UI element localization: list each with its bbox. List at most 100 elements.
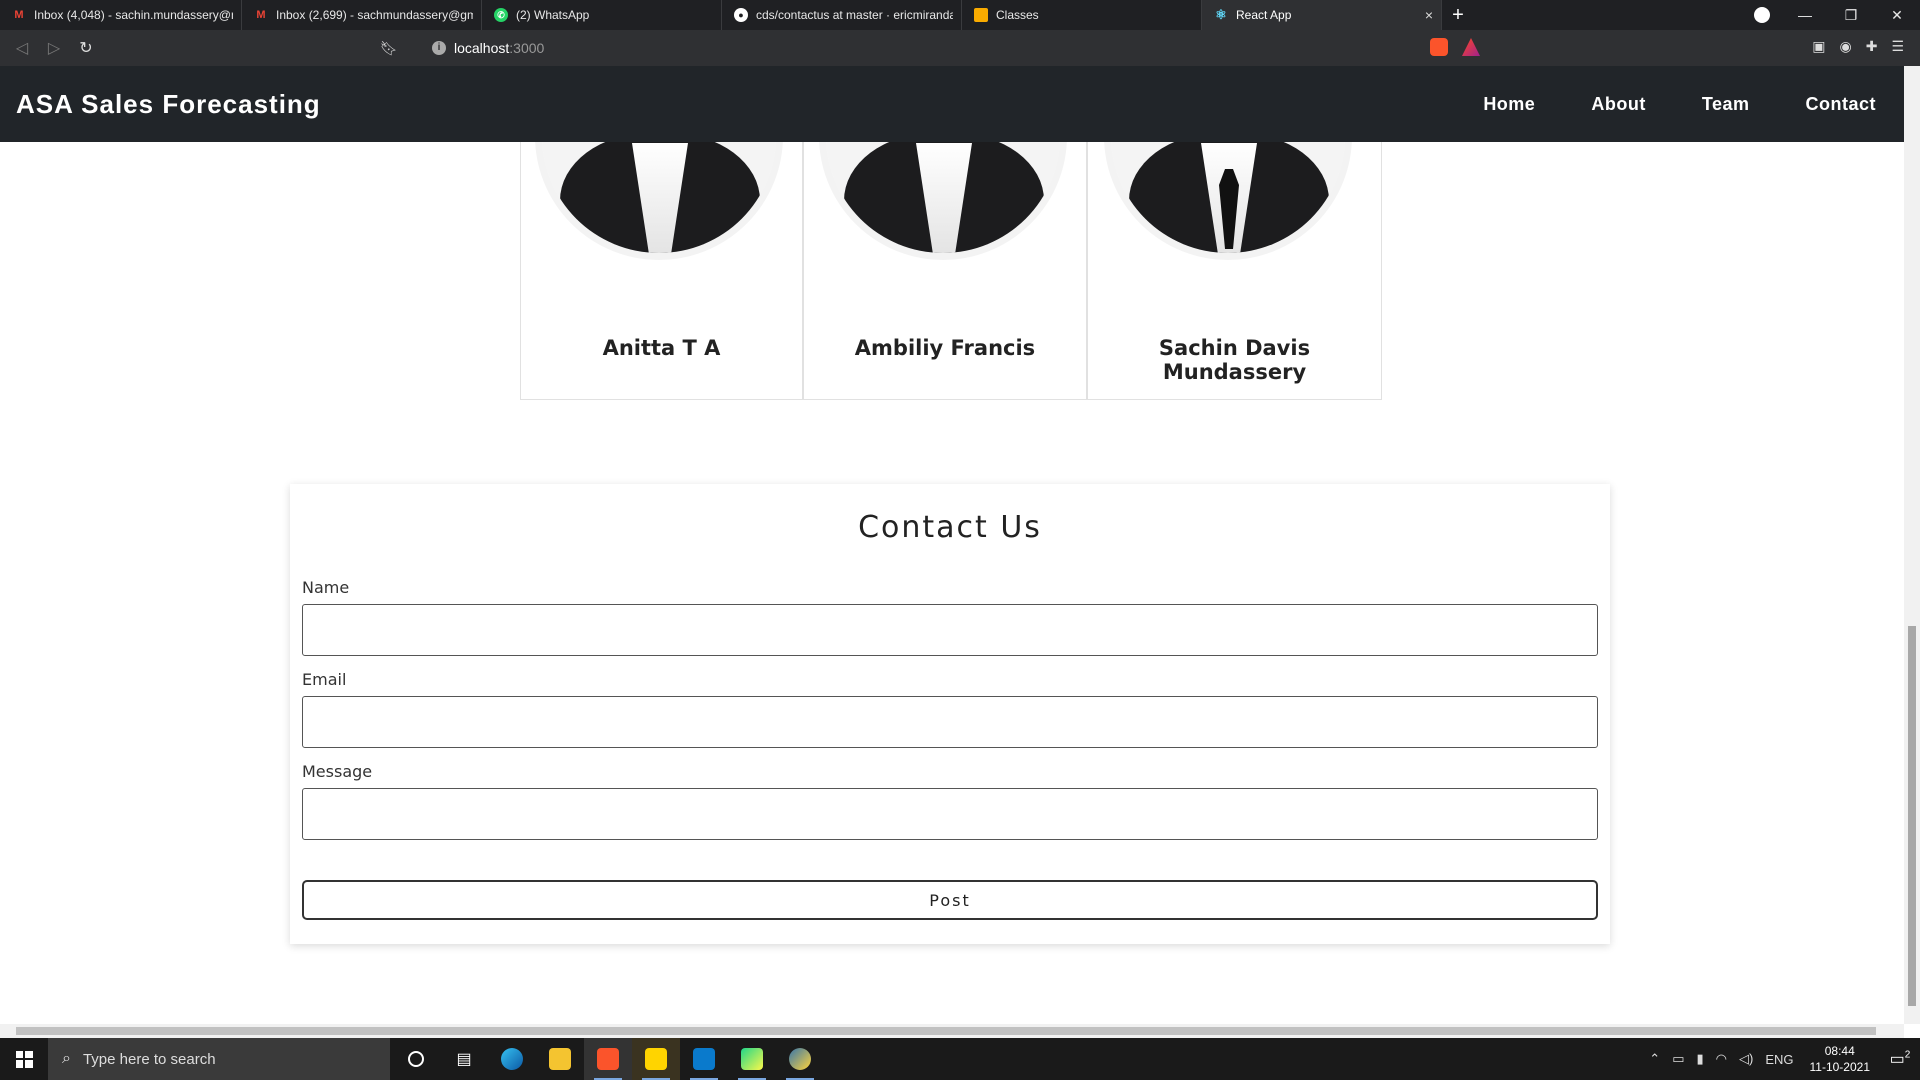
message-field[interactable] <box>302 788 1598 840</box>
brave-shields <box>1430 38 1480 56</box>
menu-icon[interactable]: ☰ <box>1891 38 1904 55</box>
brave-rewards-icon[interactable] <box>1462 38 1480 56</box>
brave-app[interactable] <box>584 1038 632 1080</box>
extension-icon[interactable]: ◉ <box>1839 38 1851 55</box>
contact-form: Contact Us Name Email Message Post <box>290 484 1610 944</box>
tab-title: Classes <box>996 8 1039 22</box>
task-view-button[interactable]: ▤ <box>440 1038 488 1080</box>
site-navbar: ASA Sales Forecasting Home About Team Co… <box>0 66 1904 142</box>
page-viewport: Anitta T A Ambiliy Francis Sachin Davis … <box>0 66 1904 1024</box>
profile-icon[interactable] <box>1754 7 1770 23</box>
chevron-up-icon[interactable]: ⌃ <box>1649 1051 1660 1067</box>
nav-home[interactable]: Home <box>1455 94 1563 115</box>
windows-icon <box>15 1050 33 1068</box>
clock[interactable]: 08:44 11-10-2021 <box>1810 1043 1871 1075</box>
horizontal-scrollbar[interactable] <box>0 1024 1904 1038</box>
file-explorer-app[interactable] <box>536 1038 584 1080</box>
wifi-icon[interactable]: ◠ <box>1716 1051 1727 1067</box>
team-member-name: Sachin Davis Mundassery <box>1158 336 1311 384</box>
classroom-icon <box>974 8 988 22</box>
team-member-name: Ambiliy Francis <box>854 336 1036 360</box>
message-label: Message <box>302 762 373 781</box>
tab-title: (2) WhatsApp <box>516 8 590 22</box>
nav-team[interactable]: Team <box>1674 94 1778 115</box>
team-card: Ambiliy Francis <box>803 66 1087 400</box>
tab-github[interactable]: ● cds/contactus at master · ericmiranda7 <box>722 0 962 30</box>
email-label: Email <box>302 670 347 689</box>
window-controls: — ❐ ✕ <box>1782 0 1920 30</box>
close-window-icon[interactable]: ✕ <box>1874 7 1920 24</box>
tab-title: Inbox (2,699) - sachmundassery@gma <box>276 8 473 22</box>
pycharm-icon <box>741 1048 763 1070</box>
volume-icon[interactable]: ◁) <box>1739 1051 1753 1067</box>
address-bar[interactable]: 🔖︎ i localhost:3000 <box>380 34 1498 62</box>
windows-taskbar: ⌕ Type here to search ▤ ⌃ ▭ ▮ ◠ ◁) ENG 0… <box>0 1038 1920 1080</box>
extension-icon[interactable]: ▣ <box>1812 38 1825 55</box>
new-tab-button[interactable]: + <box>1442 0 1474 30</box>
cortana-icon <box>408 1051 424 1067</box>
github-icon: ● <box>734 8 748 22</box>
tab-gmail-2[interactable]: M Inbox (2,699) - sachmundassery@gma <box>242 0 482 30</box>
device-icon[interactable]: ▭ <box>1672 1051 1684 1067</box>
forward-icon[interactable]: ▷ <box>38 38 70 58</box>
nav-contact[interactable]: Contact <box>1778 94 1905 115</box>
tab-whatsapp[interactable]: ✆ (2) WhatsApp <box>482 0 722 30</box>
reload-icon[interactable]: ↻ <box>70 38 102 58</box>
nav-about[interactable]: About <box>1563 94 1673 115</box>
tab-gmail-1[interactable]: M Inbox (4,048) - sachin.mundassery@m <box>0 0 242 30</box>
browser-tab-strip: M Inbox (4,048) - sachin.mundassery@m M … <box>0 0 1920 30</box>
email-field[interactable] <box>302 696 1598 748</box>
search-placeholder: Type here to search <box>82 1050 216 1068</box>
post-button[interactable]: Post <box>302 880 1598 920</box>
extensions-area: ▣ ◉ ✚ ☰ <box>1812 38 1904 55</box>
tab-classes[interactable]: Classes <box>962 0 1202 30</box>
bookmark-icon[interactable]: 🔖︎ <box>380 40 398 57</box>
folder-icon <box>549 1048 571 1070</box>
contact-title: Contact Us <box>858 510 1042 545</box>
notification-icon[interactable]: ▭2 <box>1880 1049 1920 1069</box>
team-card: Sachin Davis Mundassery <box>1087 66 1382 400</box>
whatsapp-icon: ✆ <box>494 8 508 22</box>
battery-icon[interactable]: ▮ <box>1697 1051 1704 1067</box>
name-label: Name <box>302 578 350 597</box>
scrollbar-thumb[interactable] <box>1908 626 1916 1006</box>
system-tray: ⌃ ▭ ▮ ◠ ◁) ENG 08:44 11-10-2021 ▭2 <box>1643 1038 1920 1080</box>
edge-icon <box>501 1048 523 1070</box>
taskbar-apps: ▤ <box>392 1038 824 1080</box>
start-button[interactable] <box>0 1038 48 1080</box>
pycharm-app[interactable] <box>728 1038 776 1080</box>
vscode-icon <box>693 1048 715 1070</box>
notification-count: 2 <box>1904 1049 1911 1061</box>
name-field[interactable] <box>302 604 1598 656</box>
sticky-notes-app[interactable] <box>632 1038 680 1080</box>
site-info-icon[interactable]: i <box>432 41 446 55</box>
taskbar-search[interactable]: ⌕ Type here to search <box>48 1038 390 1080</box>
vertical-scrollbar[interactable] <box>1904 66 1920 1024</box>
vscode-app[interactable] <box>680 1038 728 1080</box>
address-toolbar: ◁ ▷ ↻ 🔖︎ i localhost:3000 <box>0 30 1920 66</box>
brave-shield-icon[interactable] <box>1430 38 1448 56</box>
scrollbar-thumb[interactable] <box>16 1027 1876 1035</box>
python-app[interactable] <box>776 1038 824 1080</box>
close-tab-icon[interactable]: × <box>1425 7 1433 23</box>
time-text: 08:44 <box>1824 1044 1855 1058</box>
back-icon[interactable]: ◁ <box>6 38 38 58</box>
tab-title: Inbox (4,048) - sachin.mundassery@m <box>34 8 233 22</box>
cortana-button[interactable] <box>392 1038 440 1080</box>
restore-icon[interactable]: ❐ <box>1828 7 1874 24</box>
date-text: 11-10-2021 <box>1809 1060 1871 1074</box>
gmail-icon: M <box>256 9 266 21</box>
site-brand[interactable]: ASA Sales Forecasting <box>16 89 321 120</box>
edge-app[interactable] <box>488 1038 536 1080</box>
python-icon <box>789 1048 811 1070</box>
tab-title: React App <box>1236 8 1292 22</box>
tab-react-app[interactable]: ⚛ React App × <box>1202 0 1442 30</box>
puzzle-icon[interactable]: ✚ <box>1866 38 1878 55</box>
minimize-icon[interactable]: — <box>1782 7 1828 23</box>
brave-icon <box>597 1048 619 1070</box>
url-text[interactable]: localhost:3000 <box>454 40 544 56</box>
language-indicator[interactable]: ENG <box>1765 1052 1793 1067</box>
team-card: Anitta T A <box>520 66 803 400</box>
react-icon: ⚛ <box>1215 7 1227 22</box>
task-view-icon: ▤ <box>456 1051 472 1068</box>
